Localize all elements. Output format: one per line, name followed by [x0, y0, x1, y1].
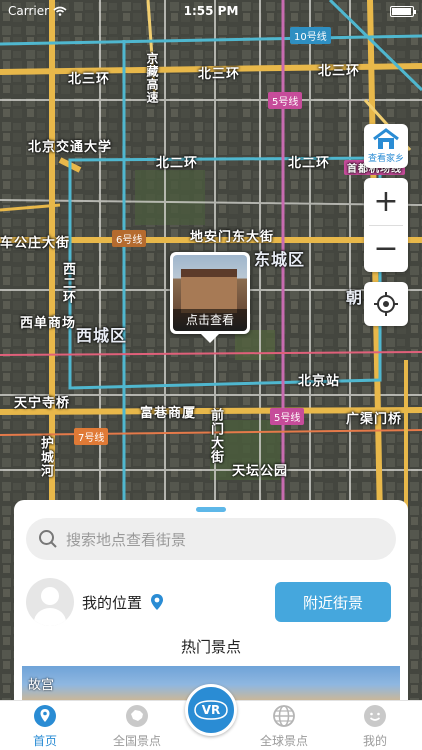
map-label-fuxiang: 富巷商厦: [140, 406, 197, 421]
map-label-dianmen: 地安门东大街: [190, 230, 275, 245]
zoom-control: + −: [364, 178, 408, 272]
map-label-chegongzhuang: 车公庄大街: [0, 236, 71, 251]
my-location-row[interactable]: 我的位置: [26, 578, 164, 626]
map-label-xicheng: 西城区: [76, 326, 128, 345]
map-label-jingzang: 京藏高速: [145, 52, 159, 104]
vr-button[interactable]: VR: [185, 684, 237, 736]
map-label-ring3-west: 北三环: [68, 72, 111, 87]
view-hometown-button[interactable]: 查看家乡: [364, 124, 408, 168]
carrier: Carrier: [8, 4, 67, 18]
line-10-tag: 10号线: [290, 27, 331, 44]
line-5-lower-tag: 5号线: [270, 408, 305, 425]
house-icon: [373, 128, 399, 149]
zoom-out-button[interactable]: −: [364, 226, 408, 272]
scenic-card-title: 故宫: [28, 678, 55, 693]
map-label-huguo: 护城河: [38, 436, 53, 478]
map-label-qianmen: 前门大街: [208, 408, 223, 464]
line-6-tag: 6号线: [112, 230, 147, 247]
tab-global-spots[interactable]: 全球景点: [244, 703, 324, 749]
street-view-marker[interactable]: 点击查看: [170, 252, 250, 343]
status-time: 1:55 PM: [183, 4, 239, 18]
nearby-street-view-button[interactable]: 附近街景: [275, 582, 391, 622]
tab-bar: 首页 全国景点 VR 全球景点 我的: [0, 684, 422, 750]
tab-mine-label: 我的: [362, 734, 387, 748]
drag-handle[interactable]: [196, 507, 226, 512]
china-map-icon: [124, 703, 150, 729]
map-label-ring2-north-b: 北二环: [288, 156, 331, 171]
tab-home-label: 首页: [32, 734, 57, 748]
map-label-tianning: 天宁寺桥: [14, 396, 71, 411]
battery-icon: [390, 6, 416, 17]
line-5-tag: 5号线: [268, 92, 303, 109]
tab-home[interactable]: 首页: [5, 703, 85, 749]
tab-national-spots[interactable]: 全国景点: [97, 703, 177, 749]
marker-caption: 点击查看: [173, 309, 247, 331]
avatar: [26, 578, 74, 626]
profile-icon: [362, 703, 388, 729]
globe-icon: [271, 703, 297, 729]
bottom-panel: 搜索地点查看街景 我的位置 附近街景 热门景点 故宫: [14, 500, 408, 700]
marker-pointer: [200, 333, 220, 343]
map-label-xihuan: 西二环: [60, 262, 75, 304]
map-label-guangqu: 广渠门桥: [346, 412, 403, 427]
vr-text: VR: [202, 703, 221, 717]
map-label-dongcheng: 东城区: [254, 250, 306, 269]
wifi-icon: [53, 6, 67, 16]
map-label-ring3-mid: 北三环: [198, 67, 241, 82]
map-label-tiantan: 天坛公园: [232, 464, 289, 479]
tab-national-label: 全国景点: [112, 734, 161, 748]
zoom-in-button[interactable]: +: [364, 179, 408, 225]
vr-icon: VR: [194, 700, 228, 720]
tab-global-label: 全球景点: [259, 734, 308, 748]
status-bar: Carrier 1:55 PM: [0, 0, 422, 22]
home-location-icon: [32, 703, 58, 729]
search-placeholder: 搜索地点查看街景: [66, 530, 187, 549]
locate-me-button[interactable]: [364, 282, 408, 326]
search-input[interactable]: 搜索地点查看街景: [26, 518, 396, 560]
view-hometown-label: 查看家乡: [367, 154, 404, 164]
hot-spots-title: 热门景点: [180, 638, 241, 656]
map-label-xidan: 西单商场: [20, 316, 77, 331]
crosshair-icon: [374, 292, 398, 316]
tab-mine[interactable]: 我的: [335, 703, 415, 749]
my-location-label: 我的位置: [82, 593, 143, 612]
map-label-beijing-station: 北京站: [298, 374, 341, 389]
map-label-jiaotong-univ: 北京交通大学: [28, 140, 113, 155]
map-label-ring3-east: 北三环: [318, 64, 361, 79]
carrier-name: Carrier: [8, 4, 50, 18]
line-7-tag: 7号线: [74, 428, 109, 445]
search-icon: [39, 530, 57, 548]
location-pin-icon: [151, 594, 164, 610]
map-label-chaoyang: 朝: [346, 288, 364, 307]
map-label-ring2-north-a: 北二环: [156, 156, 199, 171]
